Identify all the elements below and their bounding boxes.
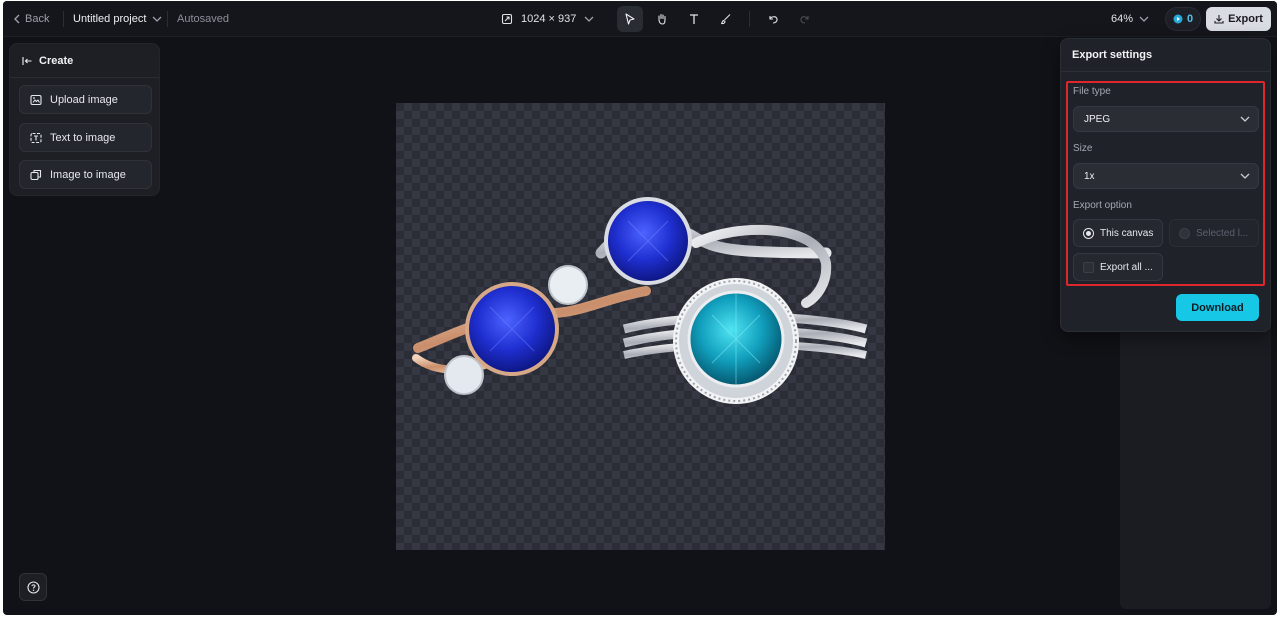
- selected-layers-label: Selected l...: [1196, 227, 1249, 239]
- divider: [167, 11, 168, 27]
- export-option-label: Export option: [1073, 200, 1132, 211]
- export-settings-title: Export settings: [1072, 49, 1153, 61]
- toolbar: [617, 1, 818, 37]
- radio-icon: [1179, 227, 1190, 239]
- redo-icon: [799, 13, 811, 25]
- export-settings-panel: Export settings File type JPEG Size 1x E…: [1060, 38, 1271, 332]
- help-button[interactable]: [19, 573, 47, 601]
- checkbox-icon: [1083, 261, 1094, 273]
- right-side-panel: [1120, 321, 1271, 609]
- upload-image-icon: [30, 94, 42, 106]
- text-to-image-icon: [30, 132, 42, 144]
- export-label: Export: [1228, 13, 1263, 25]
- size-select[interactable]: 1x: [1073, 163, 1259, 189]
- file-type-label: File type: [1073, 86, 1111, 97]
- this-canvas-label: This canvas: [1100, 227, 1154, 239]
- divider: [1061, 71, 1270, 72]
- text-tool[interactable]: [681, 6, 707, 32]
- chevron-down-icon: [1139, 15, 1149, 23]
- text-to-image-button[interactable]: Text to image: [19, 123, 152, 152]
- image-to-image-icon: [30, 169, 42, 181]
- file-type-select[interactable]: JPEG: [1073, 106, 1259, 132]
- collapse-left-icon: [22, 56, 33, 66]
- back-label: Back: [25, 13, 50, 25]
- create-panel: Create Upload image Text to image Image …: [9, 43, 160, 196]
- hand-tool[interactable]: [649, 6, 675, 32]
- app-window: Back Untitled project Autosaved 1024 × 9…: [3, 1, 1277, 615]
- cursor-icon: [624, 13, 636, 25]
- credits-badge[interactable]: 0: [1165, 7, 1201, 31]
- export-all-label: Export all ...: [1100, 261, 1153, 273]
- resize-icon: [501, 13, 513, 25]
- chevron-down-icon: [584, 15, 594, 23]
- radio-selected-icon: [1083, 227, 1094, 239]
- brush-tool[interactable]: [713, 6, 739, 32]
- chevron-down-icon: [152, 15, 162, 23]
- download-icon: [1214, 14, 1224, 24]
- divider: [749, 11, 750, 27]
- image-to-image-button[interactable]: Image to image: [19, 160, 152, 189]
- divider: [63, 11, 64, 27]
- top-bar: Back Untitled project Autosaved 1024 × 9…: [3, 1, 1277, 37]
- project-name-dropdown[interactable]: Untitled project: [73, 1, 162, 37]
- back-button[interactable]: Back: [13, 1, 49, 37]
- zoom-level: 64%: [1111, 13, 1134, 25]
- undo-button[interactable]: [760, 6, 786, 32]
- credits-count: 0: [1186, 13, 1194, 25]
- chevron-left-icon: [13, 14, 21, 24]
- hand-icon: [656, 13, 668, 25]
- create-panel-header[interactable]: Create: [10, 44, 159, 78]
- zoom-dropdown[interactable]: 64%: [1111, 1, 1149, 37]
- size-value: 1x: [1084, 170, 1095, 182]
- select-tool[interactable]: [617, 6, 643, 32]
- autosave-status: Autosaved: [177, 13, 229, 25]
- help-icon: [26, 580, 40, 594]
- file-type-value: JPEG: [1084, 113, 1111, 125]
- this-canvas-option[interactable]: This canvas: [1073, 219, 1163, 247]
- canvas-size: 1024 × 937: [521, 13, 577, 25]
- text-icon: [688, 13, 700, 25]
- chevron-down-icon: [1240, 115, 1250, 123]
- canvas-size-dropdown[interactable]: 1024 × 937: [501, 1, 594, 37]
- selected-layers-option[interactable]: Selected l...: [1169, 219, 1259, 247]
- undo-icon: [767, 13, 779, 25]
- redo-button[interactable]: [792, 6, 818, 32]
- export-all-option[interactable]: Export all ...: [1073, 253, 1163, 281]
- image-to-image-label: Image to image: [50, 168, 126, 181]
- export-button[interactable]: Export: [1206, 7, 1271, 31]
- create-panel-title: Create: [39, 54, 74, 67]
- credit-icon: [1173, 14, 1183, 24]
- project-name: Untitled project: [73, 13, 147, 25]
- brush-icon: [720, 13, 732, 25]
- upload-image-label: Upload image: [50, 93, 118, 106]
- size-label: Size: [1073, 143, 1093, 154]
- upload-image-button[interactable]: Upload image: [19, 85, 152, 114]
- download-button[interactable]: Download: [1176, 294, 1259, 321]
- rings-image: [412, 197, 868, 404]
- chevron-down-icon: [1240, 172, 1250, 180]
- text-to-image-label: Text to image: [50, 131, 116, 144]
- canvas-area[interactable]: [396, 103, 885, 550]
